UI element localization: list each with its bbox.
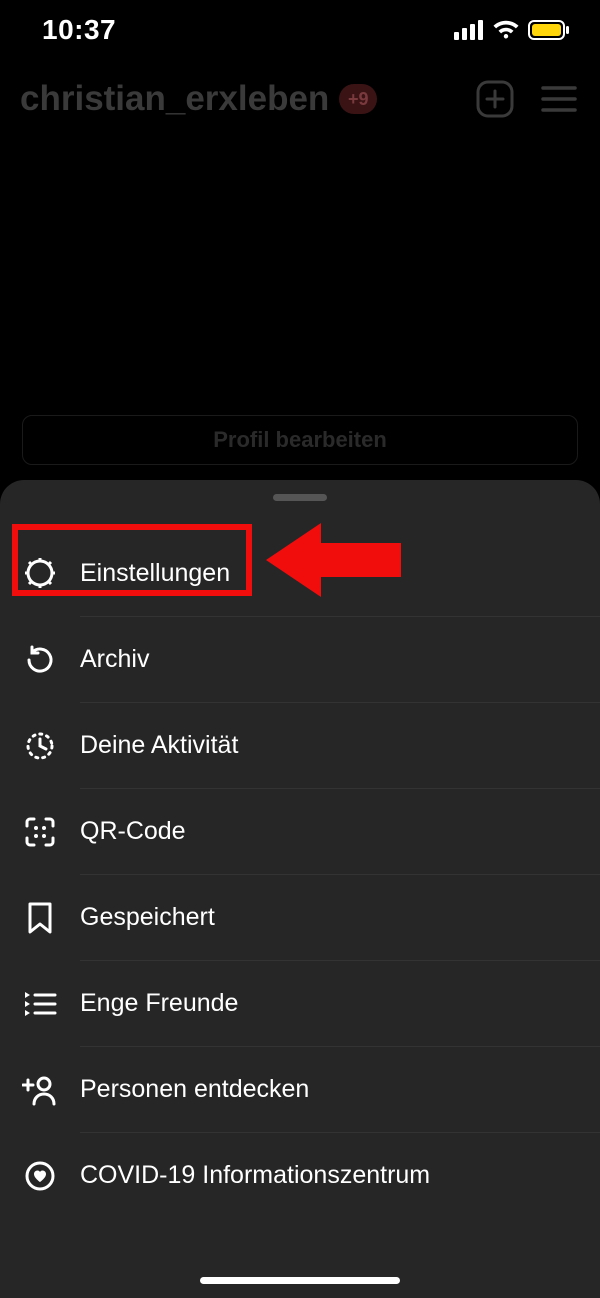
menu-label: Personen entdecken	[80, 1075, 309, 1104]
gear-icon	[22, 555, 58, 591]
menu-item-saved[interactable]: Gespeichert	[80, 874, 600, 960]
cellular-icon	[454, 20, 484, 40]
menu-label: Archiv	[80, 645, 149, 674]
menu-label: Enge Freunde	[80, 989, 238, 1018]
menu-item-activity[interactable]: Deine Aktivität	[80, 702, 600, 788]
create-button[interactable]	[474, 78, 516, 120]
status-bar: 10:37	[0, 0, 600, 60]
plus-icon	[476, 80, 514, 118]
bookmark-icon	[22, 900, 58, 936]
add-person-icon	[22, 1072, 58, 1108]
menu-item-covid-info[interactable]: COVID-19 Informationszentrum	[80, 1132, 600, 1218]
menu-item-archive[interactable]: Archiv	[80, 616, 600, 702]
settings-menu: Einstellungen Archiv D	[0, 530, 600, 1218]
edit-profile-button[interactable]: Profil bearbeiten	[22, 415, 578, 465]
archive-icon	[22, 642, 58, 678]
menu-label: Gespeichert	[80, 903, 215, 932]
close-friends-icon	[22, 986, 58, 1022]
hamburger-icon	[541, 85, 577, 113]
sheet-grabber[interactable]	[273, 494, 327, 501]
menu-item-qrcode[interactable]: QR-Code	[80, 788, 600, 874]
menu-label: QR-Code	[80, 817, 186, 846]
activity-icon	[22, 728, 58, 764]
menu-item-discover-people[interactable]: Personen entdecken	[80, 1046, 600, 1132]
edit-profile-label: Profil bearbeiten	[213, 427, 387, 453]
status-time: 10:37	[42, 14, 116, 46]
menu-label: COVID-19 Informationszentrum	[80, 1161, 430, 1190]
home-indicator[interactable]	[200, 1277, 400, 1284]
menu-button[interactable]	[538, 78, 580, 120]
username[interactable]: christian_erxleben	[20, 79, 329, 119]
wifi-icon	[492, 20, 520, 40]
qr-code-icon	[22, 814, 58, 850]
notification-badge[interactable]: +9	[339, 84, 377, 114]
heart-circle-icon	[22, 1158, 58, 1194]
status-right	[454, 20, 570, 40]
profile-header: christian_erxleben +9	[0, 78, 600, 120]
battery-icon	[528, 20, 570, 40]
menu-label: Einstellungen	[80, 559, 230, 588]
menu-item-close-friends[interactable]: Enge Freunde	[80, 960, 600, 1046]
annotation-arrow	[266, 515, 401, 605]
menu-label: Deine Aktivität	[80, 731, 238, 760]
